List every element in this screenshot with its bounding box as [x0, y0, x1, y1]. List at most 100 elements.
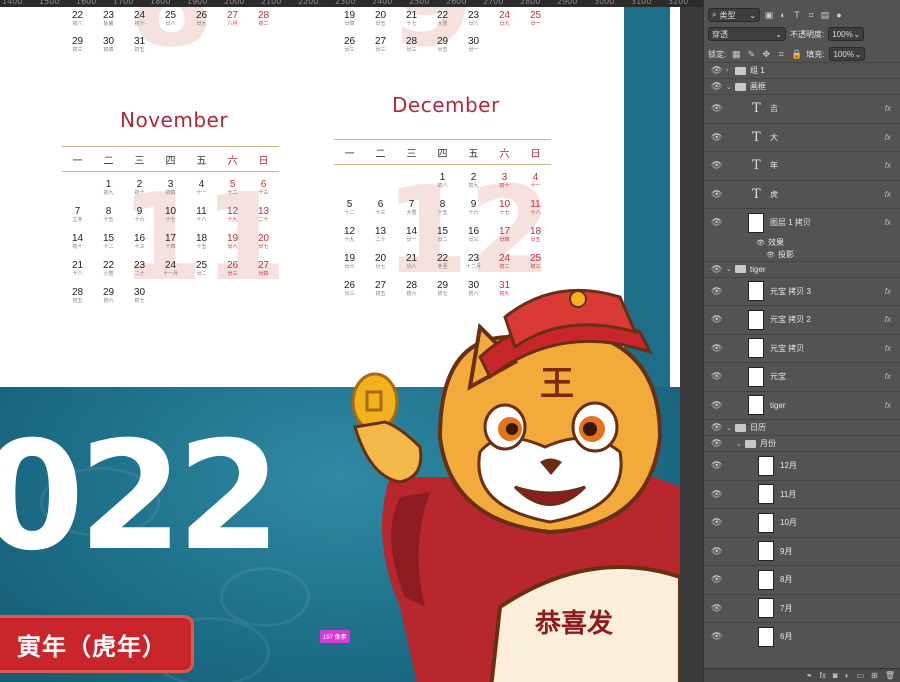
fx-icon[interactable]: fx	[820, 671, 826, 680]
layer-fx-icon[interactable]: fx	[885, 287, 891, 296]
layer-row[interactable]: 👁 ⌄ 画框	[704, 78, 900, 94]
lock-artboard-icon[interactable]: ⌗	[776, 49, 786, 59]
layer-row[interactable]: 👁 元宝 拷贝 fx	[704, 333, 900, 363]
filter-pixel-icon[interactable]: ▣	[764, 10, 774, 20]
visibility-eye-icon[interactable]: 👁	[711, 264, 722, 275]
layer-row[interactable]: 👁 T 年 fx	[704, 151, 900, 180]
layer-fx-icon[interactable]: fx	[885, 372, 891, 381]
blend-mode-select[interactable]: 穿透 ⌄	[708, 27, 786, 41]
visibility-eye-icon[interactable]: 👁	[711, 400, 722, 411]
chevron-down-icon[interactable]: ⌄	[726, 424, 732, 432]
chevron-down-icon[interactable]: ⌄	[726, 265, 732, 273]
layer-row[interactable]: 👁 10月	[704, 508, 900, 537]
lunar-date: 十七	[165, 217, 176, 223]
layer-row[interactable]: 👁 6月	[704, 622, 900, 651]
layer-filter-select[interactable]: ⌕ 类型 ⌄	[708, 8, 760, 22]
visibility-eye-icon[interactable]: 👁	[711, 631, 722, 642]
layer-row[interactable]: 👁 7月	[704, 593, 900, 623]
opacity-input[interactable]: 100% ⌄	[828, 27, 865, 41]
lock-paint-icon[interactable]: ✎	[746, 49, 756, 59]
filter-smart-icon[interactable]: ▤	[820, 10, 830, 20]
lunar-date: 初七	[134, 298, 145, 304]
layer-row[interactable]: 👁 12月	[704, 451, 900, 480]
lock-transparent-icon[interactable]: ▦	[731, 49, 741, 59]
visibility-eye-icon[interactable]: 👁	[711, 603, 722, 614]
visibility-eye-icon[interactable]: 👁	[711, 189, 722, 200]
visibility-eye-icon[interactable]: 👁	[711, 160, 722, 171]
filter-text-icon[interactable]: T	[792, 10, 802, 20]
visibility-eye-icon[interactable]: 👁	[711, 574, 722, 585]
layer-row[interactable]: 👁 › 组 1	[704, 62, 900, 78]
fill-input[interactable]: 100% ⌄	[829, 47, 866, 61]
layer-row[interactable]: 👁 ⌄ 日历	[704, 419, 900, 435]
layer-fx-icon[interactable]: fx	[885, 218, 891, 227]
layer-row[interactable]: 👁 元宝 拷贝 3 fx	[704, 276, 900, 306]
layer-fx-icon[interactable]: fx	[885, 133, 891, 142]
lunar-date: 廿三	[468, 237, 479, 243]
filter-toggle-icon[interactable]: ●	[834, 10, 844, 20]
visibility-eye-icon[interactable]: 👁	[766, 251, 775, 259]
chevron-down-icon[interactable]: ⌄	[726, 83, 732, 91]
visibility-eye-icon[interactable]: 👁	[711, 438, 722, 449]
layer-fx-icon[interactable]: fx	[885, 315, 891, 324]
layer-name: 元宝 拷贝 2	[770, 315, 811, 325]
ruler-mark: 2700	[483, 0, 504, 6]
visibility-eye-icon[interactable]: 👁	[711, 132, 722, 143]
layer-row[interactable]: 👁 T 吉 fx	[704, 94, 900, 123]
visibility-eye-icon[interactable]: 👁	[711, 489, 722, 500]
layer-row[interactable]: 👁 T 虎 fx	[704, 179, 900, 209]
layer-row[interactable]: 👁 ⌄ 月份	[704, 435, 900, 451]
lunar-date: 十六	[468, 210, 479, 216]
layer-row[interactable]: 👁 tiger fx	[704, 390, 900, 420]
new-layer-icon[interactable]: ⊞	[871, 671, 878, 680]
day-number: 24	[498, 10, 511, 21]
calendar-day: 11 十八	[186, 206, 217, 224]
layer-fx-icon[interactable]: fx	[885, 161, 891, 170]
adjustment-icon[interactable]: ◐	[845, 671, 850, 680]
calendar-day: 18 廿五	[520, 226, 551, 244]
layer-row[interactable]: 👁 11月	[704, 479, 900, 509]
visibility-eye-icon[interactable]: 👁	[711, 343, 722, 354]
visibility-eye-icon[interactable]: 👁	[711, 286, 722, 297]
layer-effect-row[interactable]: 👁 投影	[704, 249, 900, 261]
visibility-eye-icon[interactable]: 👁	[711, 217, 722, 228]
layer-row[interactable]: 👁 T 大 fx	[704, 122, 900, 152]
calendar-day: 21 十七	[396, 10, 427, 28]
visibility-eye-icon[interactable]: 👁	[711, 517, 722, 528]
day-number: 17	[498, 226, 511, 237]
layer-fx-icon[interactable]: fx	[885, 104, 891, 113]
filter-adjust-icon[interactable]: ◐	[778, 10, 788, 20]
layer-row[interactable]: 👁 元宝 拷贝 2 fx	[704, 305, 900, 334]
mask-icon[interactable]: ◙	[833, 671, 838, 680]
visibility-eye-icon[interactable]: 👁	[756, 239, 765, 247]
layer-fx-icon[interactable]: fx	[885, 401, 891, 410]
chevron-down-icon[interactable]: ⌄	[736, 440, 742, 448]
filter-shape-icon[interactable]: ⌗	[806, 10, 816, 20]
layer-row[interactable]: 👁 图层 1 拷贝 fx	[704, 208, 900, 237]
layer-fx-icon[interactable]: fx	[885, 190, 891, 199]
layer-effect-row[interactable]: 👁 效果	[704, 237, 900, 249]
lock-all-icon[interactable]: 🔒	[791, 49, 802, 59]
chevron-right-icon[interactable]: ›	[726, 67, 728, 74]
visibility-eye-icon[interactable]: 👁	[711, 546, 722, 557]
visibility-eye-icon[interactable]: 👁	[711, 460, 722, 471]
lunar-date: 二十	[375, 237, 386, 243]
layer-row[interactable]: 👁 元宝 fx	[704, 362, 900, 391]
visibility-eye-icon[interactable]: 👁	[711, 314, 722, 325]
layer-row[interactable]: 👁 9月	[704, 536, 900, 566]
new-group-icon[interactable]: ▭	[857, 671, 865, 680]
layer-row[interactable]: 👁 ⌄ tiger	[704, 260, 900, 277]
calendar-day: 6 十三	[365, 199, 396, 217]
layer-row[interactable]: 👁 8月	[704, 565, 900, 594]
visibility-eye-icon[interactable]: 👁	[711, 422, 722, 433]
link-icon[interactable]: ⚭	[806, 671, 813, 680]
visibility-eye-icon[interactable]: 👁	[711, 65, 722, 76]
visibility-eye-icon[interactable]: 👁	[711, 81, 722, 92]
document-canvas[interactable]: 1400 1500 1600 1700 1800 1900 2000 2100 2200 2300…	[0, 0, 703, 682]
lock-move-icon[interactable]: ✥	[761, 49, 771, 59]
layer-thumbnail	[758, 569, 774, 590]
layer-fx-icon[interactable]: fx	[885, 344, 891, 353]
visibility-eye-icon[interactable]: 👁	[711, 371, 722, 382]
visibility-eye-icon[interactable]: 👁	[711, 103, 722, 114]
trash-icon[interactable]: 🗑	[885, 671, 895, 680]
